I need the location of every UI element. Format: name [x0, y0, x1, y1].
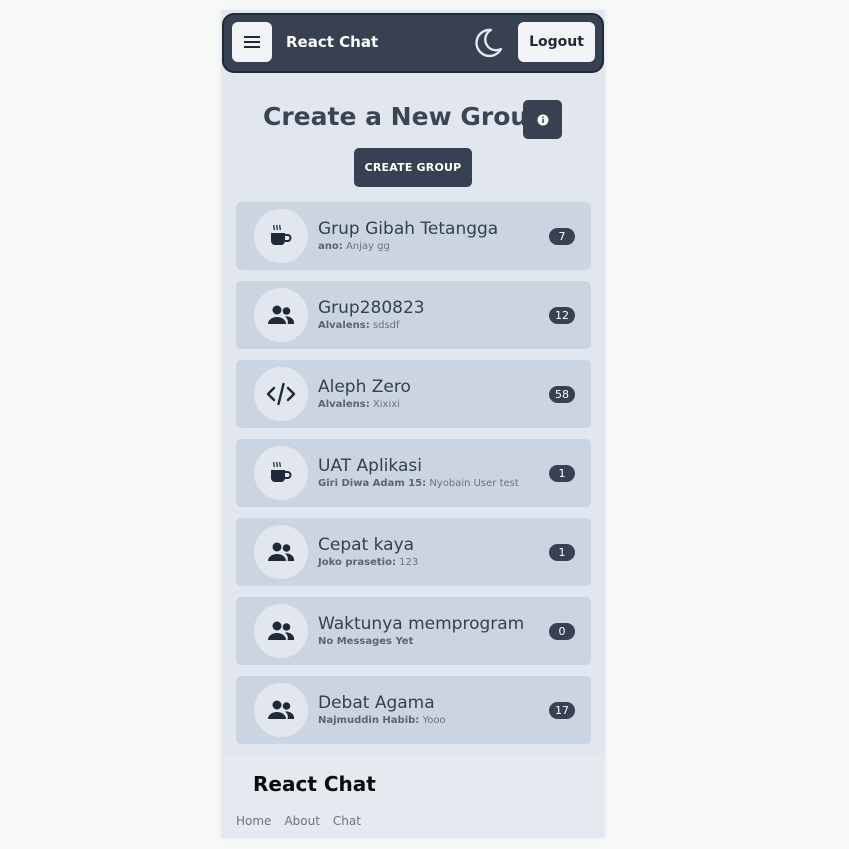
app-brand[interactable]: React Chat: [286, 33, 378, 51]
group-name: Debat Agama: [318, 693, 435, 713]
group-item[interactable]: Waktunya memprogram No Messages Yet 0: [236, 597, 591, 665]
users-icon: [268, 542, 295, 561]
app-container: React Chat Logout Create a New Group CRE…: [221, 10, 605, 838]
last-message-sender: Joko prasetio:: [318, 557, 396, 568]
last-message-sender: Najmuddin Habib:: [318, 715, 420, 726]
group-name: UAT Aplikasi: [318, 456, 422, 476]
last-message-text: Nyobain User test: [429, 478, 519, 489]
logout-button[interactable]: Logout: [518, 22, 595, 62]
footer-brand: React Chat: [253, 772, 376, 796]
message-count-badge: 0: [549, 623, 575, 640]
group-item[interactable]: Debat Agama Najmuddin Habib: Yooo 17: [236, 676, 591, 744]
group-list: Grup Gibah Tetangga ano: Anjay gg 7 Grup…: [236, 202, 591, 755]
group-avatar: [254, 446, 308, 500]
last-message-text: Xixixi: [372, 399, 400, 410]
info-button[interactable]: [523, 100, 562, 139]
group-name: Cepat kaya: [318, 535, 415, 555]
info-icon: [537, 114, 548, 125]
theme-toggle-button[interactable]: [470, 25, 506, 61]
group-last-message: Giri Diwa Adam 15: Nyobain User test: [318, 478, 519, 489]
group-name: Grup280823: [318, 298, 425, 318]
group-last-message: No Messages Yet: [318, 636, 413, 647]
last-message-sender: ano:: [318, 241, 343, 252]
last-message-sender: Alvalens:: [318, 320, 370, 331]
group-last-message: Najmuddin Habib: Yooo: [318, 715, 446, 726]
footer-link-home[interactable]: Home: [236, 814, 271, 828]
group-item[interactable]: Aleph Zero Alvalens: Xixixi 58: [236, 360, 591, 428]
footer-links: Home About Chat: [236, 814, 361, 828]
mug-hot-icon: [271, 461, 292, 482]
group-name: Aleph Zero: [318, 377, 411, 397]
users-icon: [268, 621, 295, 640]
footer: React Chat Home About Chat: [221, 756, 605, 838]
group-avatar: [254, 288, 308, 342]
group-avatar: [254, 683, 308, 737]
group-last-message: Alvalens: sdsdf: [318, 320, 400, 331]
message-count-badge: 12: [549, 307, 575, 324]
group-item[interactable]: Grup Gibah Tetangga ano: Anjay gg 7: [236, 202, 591, 270]
mug-hot-icon: [271, 224, 292, 245]
users-icon: [268, 305, 295, 324]
group-avatar: [254, 604, 308, 658]
navbar: React Chat Logout: [222, 13, 604, 73]
message-count-badge: 17: [549, 702, 575, 719]
last-message-text: 123: [399, 557, 419, 568]
group-item[interactable]: Cepat kaya Joko prasetio: 123 1: [236, 518, 591, 586]
last-message-sender: No Messages Yet: [318, 636, 414, 647]
moon-icon: [475, 28, 503, 58]
last-message-text: Anjay gg: [345, 241, 390, 252]
footer-link-chat[interactable]: Chat: [333, 814, 361, 828]
group-item[interactable]: Grup280823 Alvalens: sdsdf 12: [236, 281, 591, 349]
group-avatar: [254, 367, 308, 421]
group-name: Grup Gibah Tetangga: [318, 219, 499, 239]
hamburger-icon: [244, 36, 260, 48]
message-count-badge: 58: [549, 386, 575, 403]
last-message-sender: Alvalens:: [318, 399, 370, 410]
group-last-message: Joko prasetio: 123: [318, 557, 418, 568]
group-last-message: ano: Anjay gg: [318, 241, 390, 252]
users-icon: [268, 700, 295, 719]
code-icon: [266, 382, 296, 406]
message-count-badge: 1: [549, 544, 575, 561]
page-title: Create a New Group: [263, 102, 547, 131]
create-group-button[interactable]: CREATE GROUP: [354, 148, 472, 187]
last-message-text: Yooo: [422, 715, 446, 726]
group-avatar: [254, 525, 308, 579]
group-last-message: Alvalens: Xixixi: [318, 399, 400, 410]
menu-button[interactable]: [232, 22, 272, 62]
group-name: Waktunya memprogram: [318, 614, 525, 634]
message-count-badge: 7: [549, 228, 575, 245]
last-message-text: sdsdf: [372, 320, 400, 331]
footer-link-about[interactable]: About: [284, 814, 319, 828]
last-message-sender: Giri Diwa Adam 15:: [318, 478, 427, 489]
group-item[interactable]: UAT Aplikasi Giri Diwa Adam 15: Nyobain …: [236, 439, 591, 507]
message-count-badge: 1: [549, 465, 575, 482]
group-avatar: [254, 209, 308, 263]
